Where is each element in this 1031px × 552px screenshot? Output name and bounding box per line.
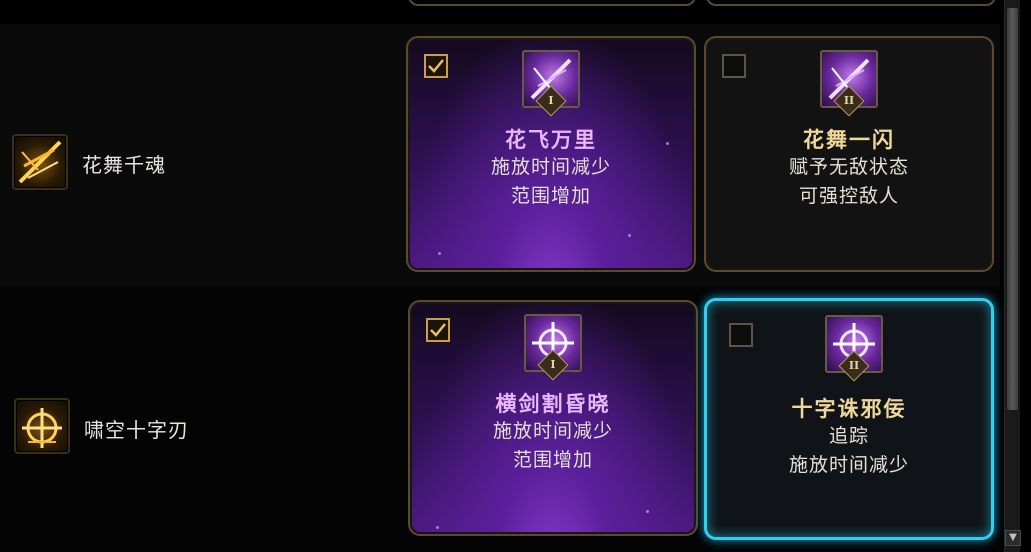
skill-name: 啸空十字刃 (84, 418, 189, 442)
sparkle-decoration (436, 526, 439, 529)
rune-cross-icon: II (825, 315, 883, 382)
rune-checkbox[interactable] (424, 54, 448, 78)
checkmark-icon (430, 323, 446, 337)
rune-effect-line-2: 可强控敌人 (798, 185, 899, 207)
rune-card-horizontal-sword[interactable]: I 横剑割昏晓 施放时间减少 范围增加 (408, 300, 698, 536)
rune-slash-icon: II (820, 50, 878, 117)
sparkle-decoration (628, 234, 631, 237)
rune-effect-line-2: 施放时间减少 (788, 454, 909, 476)
rune-card-cross-vanquish[interactable]: II 十字诛邪佞 追踪 施放时间减少 (704, 298, 994, 540)
rune-title: 花舞一闪 (803, 127, 895, 152)
previous-rune-card-1 (408, 0, 696, 6)
rune-card-flower-flash[interactable]: II 花舞一闪 赋予无敌状态 可强控敌人 (704, 36, 994, 272)
sparkle-decoration (646, 510, 649, 513)
rune-title: 横剑割昏晓 (495, 391, 611, 416)
rune-title: 花飞万里 (505, 127, 597, 152)
rune-effect-line-1: 赋予无敌状态 (788, 156, 909, 178)
skill-name: 花舞千魂 (82, 153, 166, 177)
rune-card-flower-flies[interactable]: I 花飞万里 施放时间减少 范围增加 (406, 36, 696, 272)
rune-checkbox[interactable] (722, 54, 746, 78)
rune-slash-icon: I (522, 50, 580, 117)
rune-effect-line-2: 范围增加 (512, 449, 593, 471)
rune-checkbox[interactable] (729, 323, 753, 347)
scroll-down-arrow-icon[interactable]: ▼ (1005, 530, 1021, 546)
previous-rune-card-2 (706, 0, 996, 6)
scrollbar-thumb[interactable] (1007, 8, 1018, 410)
cross-blade-icon (14, 398, 70, 454)
vertical-scrollbar[interactable]: ▼ (1004, 0, 1021, 552)
blossom-slash-icon (12, 134, 68, 190)
rune-checkbox[interactable] (426, 318, 450, 342)
rune-cross-icon: I (524, 314, 582, 381)
checkmark-icon (428, 59, 444, 73)
rune-effect-line-1: 施放时间减少 (492, 420, 613, 442)
rune-title: 十字诛邪佞 (791, 396, 907, 421)
rune-effect-line-1: 追踪 (828, 425, 869, 447)
rune-effect-line-1: 施放时间减少 (490, 156, 611, 178)
rune-effect-line-2: 范围增加 (510, 185, 591, 207)
sparkle-decoration (438, 252, 441, 255)
